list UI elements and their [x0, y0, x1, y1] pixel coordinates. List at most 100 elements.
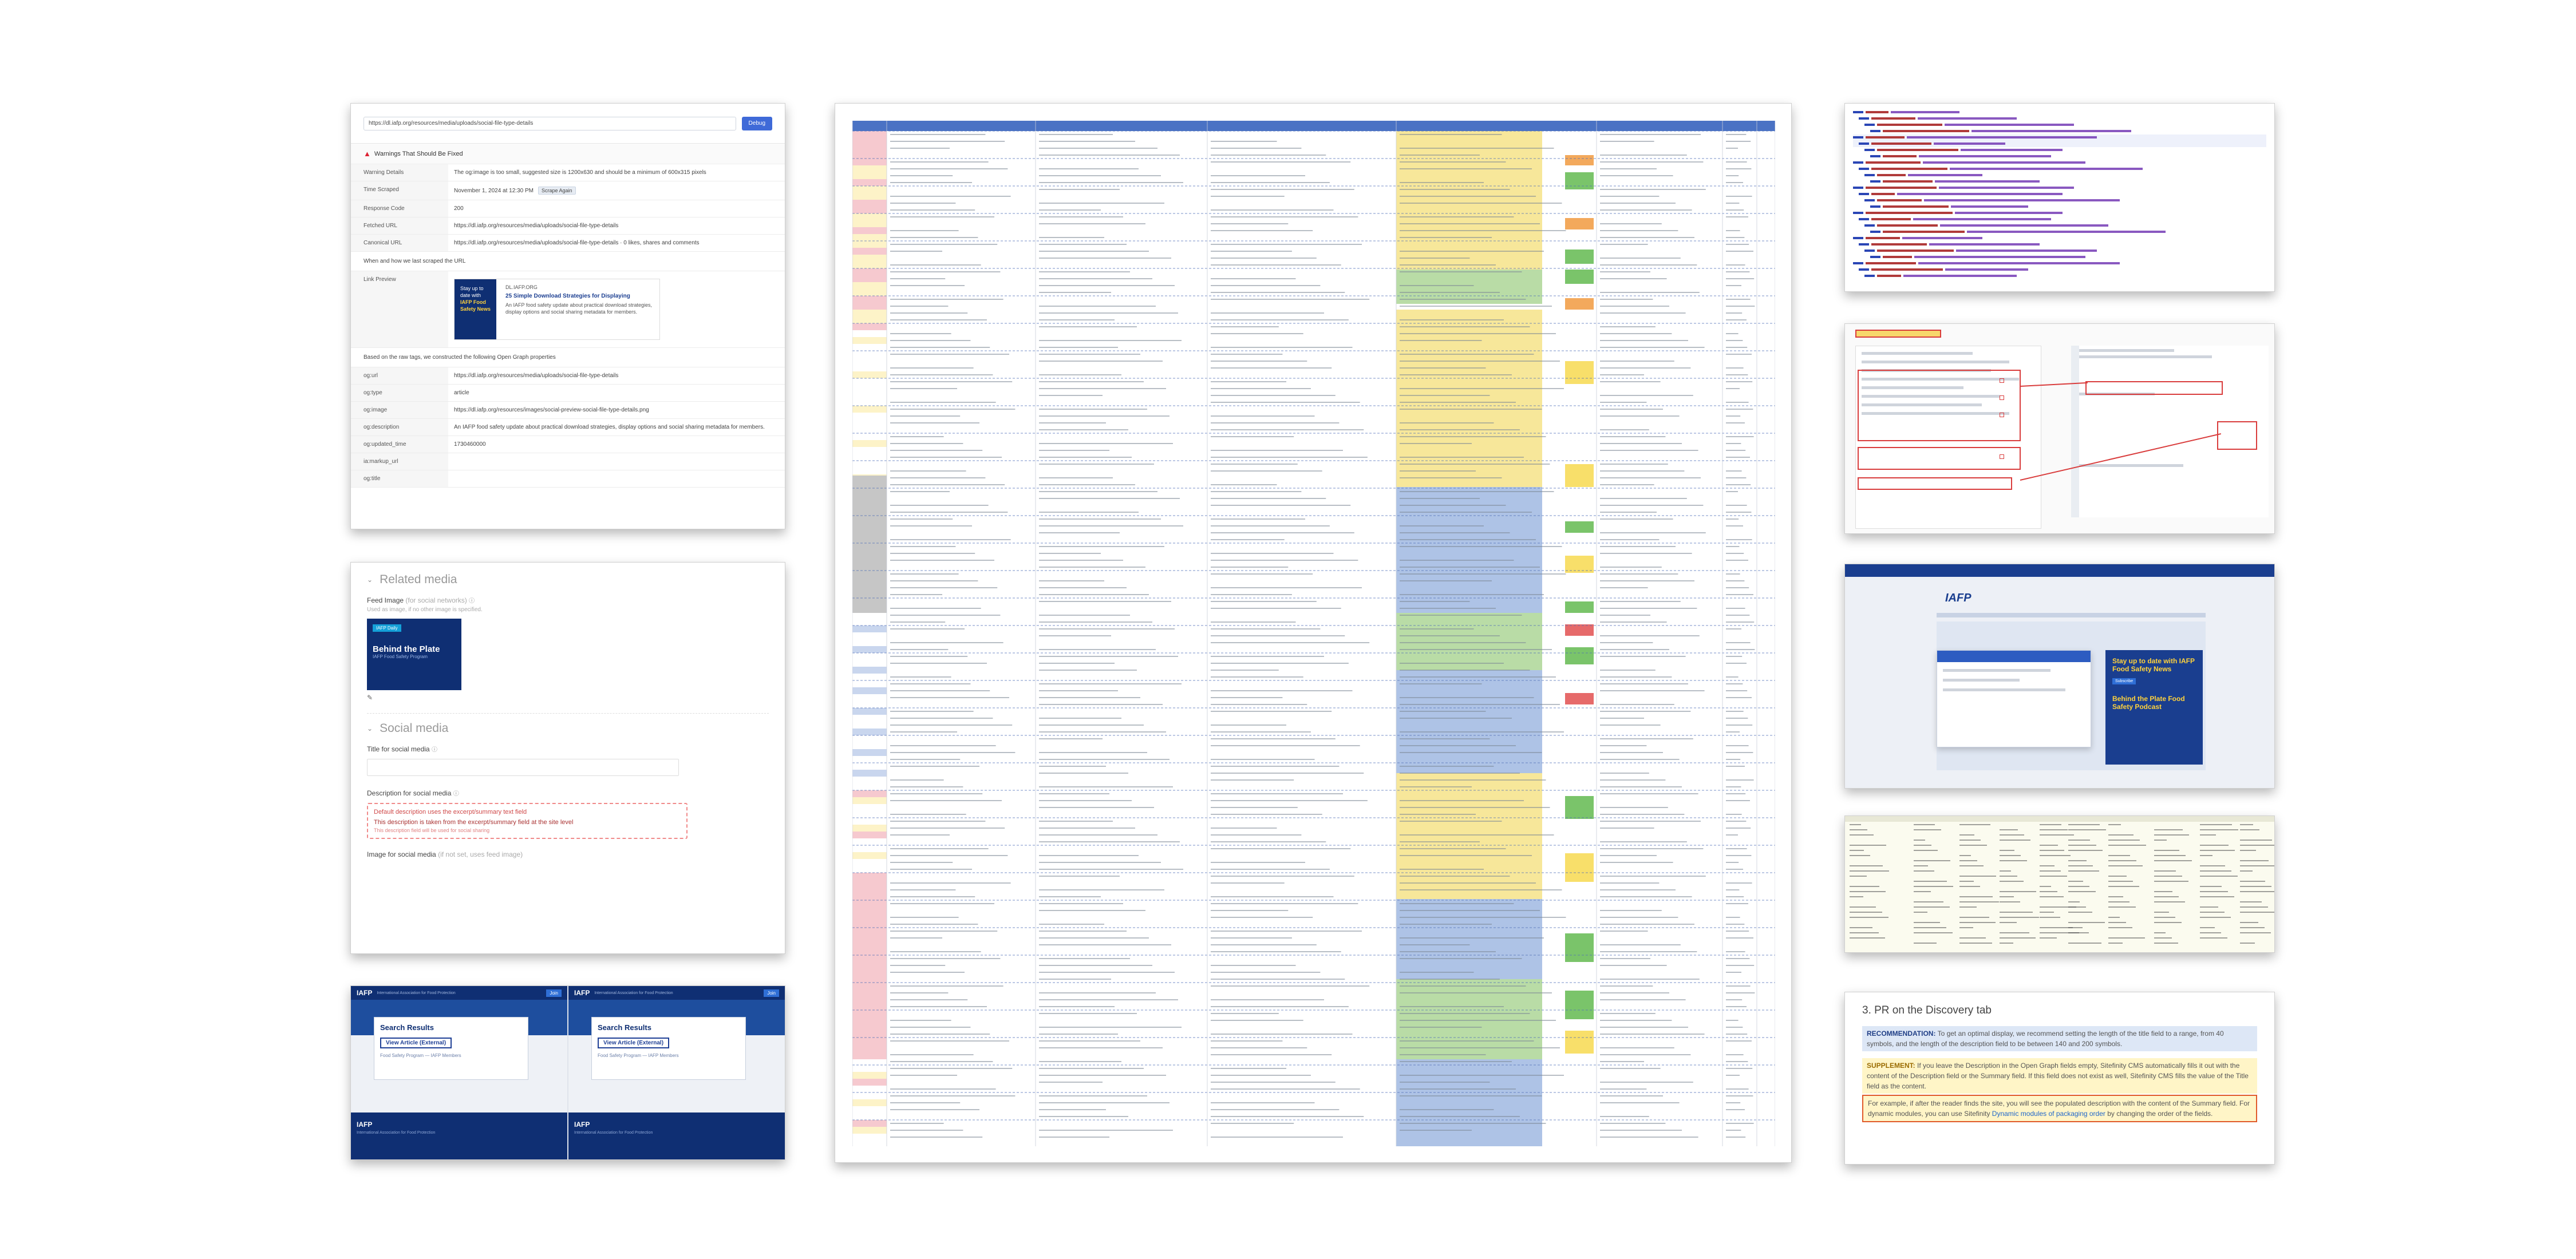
example-tail: by changing the order of the fields. — [2107, 1109, 2213, 1118]
cell-text-stub — [1039, 1116, 1128, 1117]
preview-site: DL.IAFP.ORG — [505, 284, 538, 290]
mini-cell-text — [1914, 901, 1943, 902]
mini-cell-text — [2154, 932, 2166, 933]
help-icon[interactable]: ⓘ — [469, 598, 475, 604]
cell-text-stub — [1039, 395, 1103, 396]
mini-cell-text — [1914, 906, 1950, 908]
site-logo[interactable]: IAFP — [357, 989, 372, 997]
cell-text-stub — [1400, 917, 1566, 918]
cell-text-stub — [1211, 1075, 1311, 1076]
cell-text-stub — [890, 443, 963, 444]
status-cell — [1565, 361, 1594, 384]
cell-text-stub — [1039, 999, 1178, 1000]
cell-text-stub — [890, 271, 1001, 272]
cell-text-stub — [890, 450, 983, 451]
site-logo[interactable]: IAFP — [574, 989, 590, 997]
mini-cell-text — [2000, 917, 2039, 918]
view-article-button[interactable]: View Article (External) — [380, 1038, 452, 1048]
cell-text-stub — [890, 663, 987, 664]
cell-text-stub — [1211, 670, 1279, 671]
code-line — [1853, 166, 2266, 172]
cell-text-stub — [1400, 457, 1524, 458]
join-button[interactable]: Join — [546, 989, 562, 997]
pencil-icon[interactable]: ✎ — [367, 694, 769, 702]
cell-text-stub — [1600, 841, 1687, 842]
annotation-box — [2085, 381, 2223, 395]
checkbox-icon[interactable] — [2000, 378, 2004, 383]
example-link[interactable]: Dynamic modules of packaging order — [1992, 1110, 2105, 1118]
scrape-again-button[interactable]: Scrape Again — [538, 187, 576, 195]
modal-link[interactable]: Food Safety Program — IAFP Members — [598, 1053, 740, 1058]
cell-text-stub — [1600, 759, 1680, 760]
status-cell — [1565, 693, 1594, 704]
sheet-header-row — [852, 121, 1775, 131]
cell-text-stub — [1211, 532, 1354, 533]
cell-text-stub — [1726, 196, 1752, 197]
debug-button[interactable]: Debug — [741, 116, 772, 130]
mini-cell-text — [2154, 840, 2167, 841]
metadata-value: An IAFP food safety update about practic… — [454, 424, 765, 430]
cell-text-stub — [1039, 1102, 1170, 1103]
social-description-warning[interactable]: Default description uses the excerpt/sum… — [367, 803, 688, 839]
cell-text-stub — [1600, 155, 1687, 156]
cell-text-stub — [1600, 999, 1686, 1000]
view-article-button[interactable]: View Article (External) — [598, 1038, 670, 1048]
link-preview-card[interactable]: Stay up to date with IAFP Food Safety Ne… — [454, 279, 660, 340]
cell-text-stub — [1211, 704, 1307, 705]
cell-text-stub — [1039, 958, 1130, 959]
modal-link[interactable]: Food Safety Program — IAFP Members — [380, 1053, 522, 1058]
cell-text-stub — [1039, 388, 1166, 389]
cell-text-stub — [1726, 676, 1739, 678]
cell-text-stub — [1211, 587, 1362, 588]
row-marker — [852, 687, 887, 694]
cell-text-stub — [890, 862, 953, 863]
cell-text-stub — [1039, 759, 1170, 760]
cell-text-stub — [1039, 175, 1161, 176]
url-input[interactable]: https://dl.iafp.org/resources/media/uplo… — [364, 116, 736, 130]
cell-text-stub — [1400, 1095, 1542, 1096]
mini-cell-text — [2040, 891, 2057, 892]
cell-text-stub — [1211, 326, 1279, 327]
cell-text-stub — [1039, 319, 1115, 320]
cell-text-stub — [1211, 965, 1296, 966]
cell-text-stub — [1039, 271, 1130, 272]
site-logo[interactable]: IAFP — [1945, 592, 1971, 605]
social-title-input[interactable] — [367, 759, 679, 776]
cell-text-stub — [1211, 848, 1351, 849]
site-screenshots-panel: IAFP International Association for Food … — [350, 985, 785, 1160]
cell-text-stub — [1600, 161, 1704, 163]
status-cell — [1565, 647, 1594, 664]
chevron-icon[interactable]: ⌄ — [367, 576, 373, 584]
subscribe-button[interactable]: Subscribe — [2112, 678, 2136, 684]
cell-text-stub — [1600, 306, 1669, 307]
cell-text-stub — [1400, 670, 1530, 671]
checkbox-icon[interactable] — [2000, 413, 2004, 417]
metadata-key: Canonical URL — [351, 235, 448, 251]
mini-cell-text — [2068, 912, 2092, 913]
cell-text-stub — [1039, 738, 1103, 739]
cell-text-stub — [1600, 738, 1693, 739]
cell-text-stub — [1211, 450, 1343, 451]
mini-cell-text — [2040, 876, 2067, 877]
cell-text-stub — [1039, 1095, 1147, 1096]
row-marker — [852, 797, 887, 804]
chevron-icon[interactable]: ⌄ — [367, 724, 373, 733]
cell-text-stub — [1400, 601, 1470, 602]
feature-image-thumbnail[interactable]: IAFP Daily Behind the Plate IAFP Food Sa… — [367, 619, 461, 690]
cell-text-stub — [890, 1061, 993, 1062]
cell-text-stub — [1211, 834, 1302, 836]
cell-text-stub — [1400, 546, 1562, 547]
help-icon[interactable]: ⓘ — [453, 791, 459, 797]
cell-text-stub — [1039, 1013, 1137, 1014]
cell-text-stub — [1400, 992, 1552, 993]
checkbox-icon[interactable] — [2000, 454, 2004, 459]
code-line — [1853, 179, 2266, 185]
checkbox-icon[interactable] — [2000, 395, 2004, 400]
help-icon[interactable]: ⓘ — [432, 747, 437, 753]
cell-text-stub — [890, 546, 956, 547]
mini-cell-text — [2240, 932, 2271, 933]
join-button[interactable]: Join — [764, 989, 779, 997]
mini-cell-text — [2040, 850, 2064, 851]
row-marker — [852, 289, 887, 296]
cell-text-stub — [1211, 196, 1285, 197]
